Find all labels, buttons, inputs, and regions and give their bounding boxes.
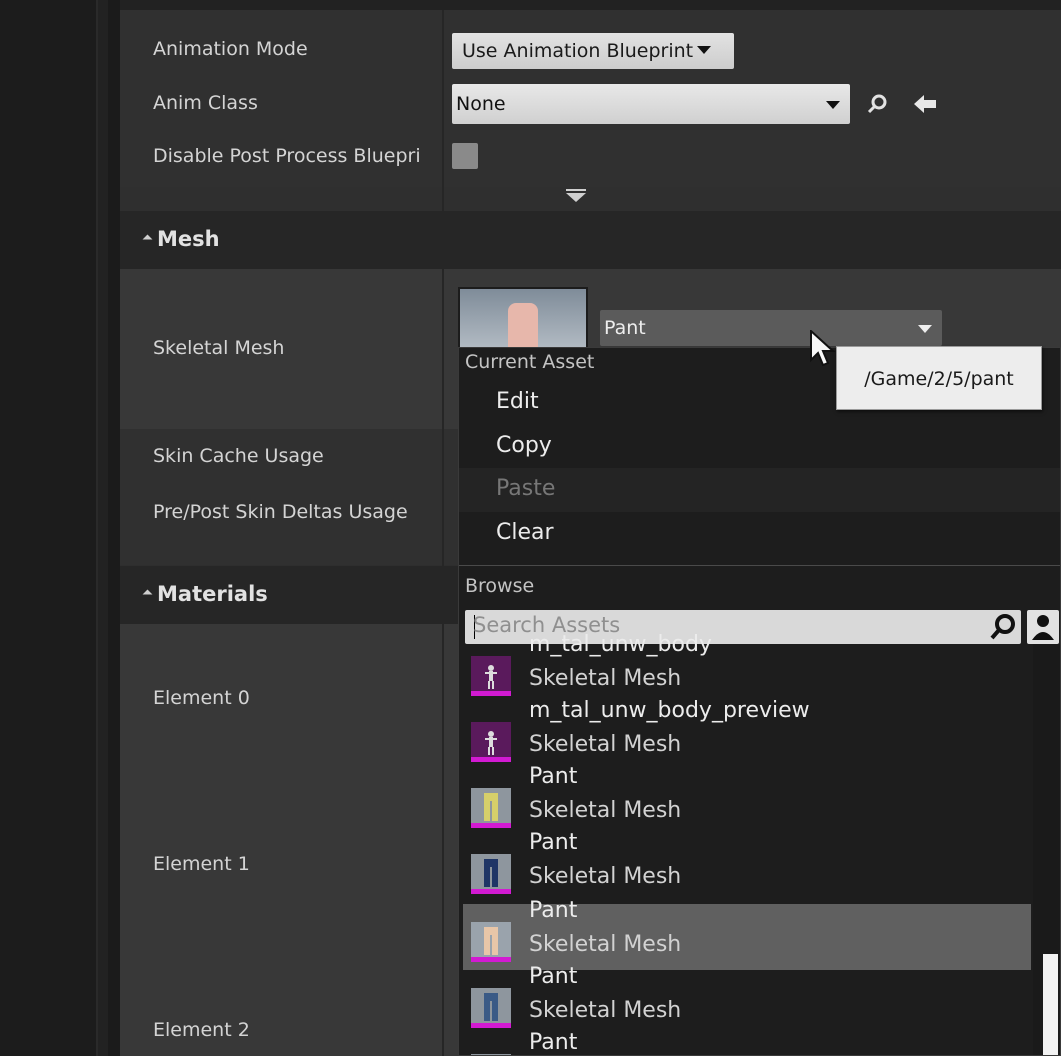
asset-list-item[interactable]: m_tal_unw_body Skeletal Mesh [463,632,1031,704]
asset-picker-menu: Current Asset Edit Copy Paste Clear Brow… [458,347,1061,1056]
panel-gutter [108,0,120,1056]
chevron-down-icon [697,46,712,54]
pant-yellow-thumbnail [471,788,511,828]
panel-top-border [120,0,1061,10]
scrollbar-thumb[interactable] [1043,954,1058,1055]
asset-list-item[interactable]: m_tal_unw_body_preview Skeletal Mesh [463,698,1031,770]
pant-blue-thumbnail [471,988,511,1028]
figure-magenta-thumbnail [471,656,511,696]
left-dock [0,0,96,1056]
menu-item-paste[interactable]: Paste [459,468,1060,512]
chevron-down-icon [918,325,932,333]
anim-class-label: Anim Class [153,92,258,114]
asset-type: Skeletal Mesh [529,732,682,757]
element-0-label: Element 0 [153,687,250,709]
mesh-section-title: Mesh [157,227,220,251]
anim-class-combo[interactable]: None [452,84,850,124]
current-asset-heading: Current Asset [465,351,595,373]
figure-magenta-thumbnail [471,722,511,762]
expander-bar [566,189,586,191]
materials-section-title: Materials [157,582,268,606]
skeletal-mesh-value: Pant [604,317,646,339]
browse-heading: Browse [465,575,535,597]
asset-name: Pant [529,764,578,789]
asset-name: m_tal_unw_body [529,632,712,657]
filter-user-icon[interactable] [1027,610,1059,644]
asset-name: Pant [529,898,578,923]
asset-name: Pant [529,1030,578,1055]
asset-list-item[interactable]: Pant Skeletal Mesh [463,830,1031,902]
editor-window: Animation Mode Use Animation Blueprint A… [0,0,1061,1056]
asset-list-item[interactable]: Pant Skeletal Mesh [463,964,1031,1036]
disable-post-process-checkbox[interactable] [452,143,478,169]
mesh-section-header[interactable]: Mesh [120,211,1061,269]
menu-separator [459,565,1060,566]
menu-item-clear[interactable]: Clear [459,512,1060,556]
skeletal-mesh-combo[interactable]: Pant [600,310,942,346]
expand-arrow-icon [566,193,586,202]
use-selected-arrow-icon[interactable] [912,93,938,119]
asset-name: m_tal_unw_body_preview [529,698,810,723]
animation-mode-value: Use Animation Blueprint [462,40,694,62]
animation-mode-dropdown[interactable]: Use Animation Blueprint [452,33,734,69]
menu-item-copy[interactable]: Copy [459,425,1060,469]
pant-navy-thumbnail [471,854,511,894]
element-1-label: Element 1 [153,853,250,875]
pant-skin-thumbnail [471,922,511,962]
search-icon[interactable] [866,92,890,120]
animation-mode-label: Animation Mode [153,38,308,60]
skin-cache-label: Skin Cache Usage [153,445,324,467]
collapse-triangle-icon [142,234,153,245]
asset-type: Skeletal Mesh [529,998,682,1023]
asset-path-tooltip: /Game/2/5/pant [836,346,1042,410]
asset-list-item[interactable]: Pant [463,1030,1031,1055]
asset-list-item-selected[interactable]: Pant Skeletal Mesh [463,898,1031,970]
anim-class-value: None [456,93,506,115]
asset-name: Pant [529,830,578,855]
column-splitter[interactable] [442,10,444,1056]
asset-type: Skeletal Mesh [529,864,682,889]
asset-type: Skeletal Mesh [529,932,682,957]
disable-post-process-label: Disable Post Process Bluepri [153,145,421,167]
skeletal-mesh-label: Skeletal Mesh [153,337,285,359]
element-2-label: Element 2 [153,1019,250,1041]
advanced-expander[interactable] [120,187,1061,211]
asset-name: Pant [529,964,578,989]
collapse-triangle-icon [142,589,153,600]
asset-type: Skeletal Mesh [529,666,682,691]
skin-deltas-label: Pre/Post Skin Deltas Usage [153,501,408,523]
chevron-down-icon [826,101,840,109]
mouse-cursor-icon [810,330,836,367]
search-icon [990,614,1015,640]
asset-list-item[interactable]: Pant Skeletal Mesh [463,764,1031,836]
asset-type: Skeletal Mesh [529,798,682,823]
